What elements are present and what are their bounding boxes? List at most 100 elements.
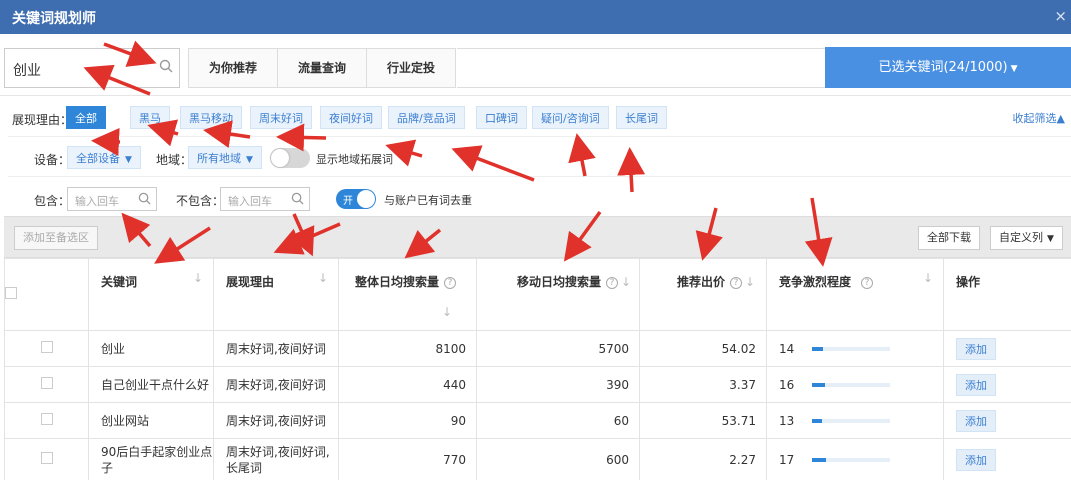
table-row: 创业网站 周末好词,夜间好词 90 60 53.71 13 添加: [4, 402, 1071, 439]
device-value: 全部设备: [76, 152, 120, 165]
row-checkbox-cell: [4, 402, 89, 439]
sort-arrow-icon[interactable]: ↓: [923, 271, 933, 285]
region-dropdown[interactable]: 所有地域 ▼: [188, 146, 262, 169]
competition-bar: [812, 418, 891, 423]
action-cell: 添加: [943, 438, 1071, 480]
row-checkbox-cell: [4, 330, 89, 367]
exclude-label: 不包含：: [176, 194, 225, 208]
include-exclude-row: 包含： 输入回车 不包含： 输入回车 开 与账户已有词去重: [4, 186, 1071, 212]
competition-value: 17: [779, 452, 795, 467]
top-tabs: 为你推荐 流量查询 行业定投: [188, 48, 457, 88]
help-icon[interactable]: ?: [861, 276, 874, 289]
keyword-cell: 90后白手起家创业点子: [88, 438, 214, 480]
reason-chip-night[interactable]: 夜间好词: [320, 106, 382, 129]
select-all-checkbox[interactable]: [5, 287, 17, 299]
reason-chip-question[interactable]: 疑问/咨询词: [532, 106, 609, 129]
close-icon[interactable]: ×: [1054, 7, 1067, 25]
tabs-spacer: [457, 48, 825, 88]
competition-bar: [812, 346, 891, 351]
competition-bar-fill: [812, 457, 826, 462]
reason-chip-dark-horse[interactable]: 黑马: [130, 106, 170, 129]
search-icon[interactable]: [159, 59, 173, 76]
header-bid[interactable]: 推荐出价? ↓: [639, 258, 767, 331]
header-keyword[interactable]: 关键词 ↓: [88, 258, 214, 331]
add-keyword-button[interactable]: 添加: [956, 373, 996, 396]
sort-arrow-icon[interactable]: ↓: [318, 271, 328, 285]
add-keyword-button[interactable]: 添加: [956, 409, 996, 432]
reason-chip-weekend[interactable]: 周末好词: [250, 106, 312, 129]
competition-bar-fill: [812, 382, 825, 387]
row-checkbox[interactable]: [40, 377, 53, 389]
overall-search-cell: 8100: [338, 330, 477, 367]
keyword-table: 关键词 ↓ 展现理由 ↓ 整体日均搜索量? ↓ 移动日均搜索量? ↓ 推荐出价? ↓ 竞争…: [4, 258, 1071, 480]
reason-chip-long-tail[interactable]: 长尾词: [616, 106, 667, 129]
custom-columns-dropdown[interactable]: 自定义列 ▼: [990, 226, 1063, 250]
help-icon[interactable]: ?: [730, 276, 743, 289]
select-all-cell: [4, 258, 89, 331]
header-action: 操作: [943, 258, 1071, 331]
bid-cell: 2.27: [639, 438, 767, 480]
keyword-cell: 创业网站: [88, 402, 214, 439]
include-input[interactable]: 输入回车: [67, 187, 157, 211]
overall-search-cell: 770: [338, 438, 477, 480]
help-icon[interactable]: ?: [444, 276, 457, 289]
header-mobile-search[interactable]: 移动日均搜索量? ↓: [476, 258, 640, 331]
sort-arrow-icon[interactable]: ↓: [442, 305, 452, 319]
tab-industry[interactable]: 行业定投: [367, 49, 456, 87]
keyword-search-value: 创业: [13, 63, 41, 79]
add-keyword-button[interactable]: 添加: [956, 448, 996, 471]
sort-arrow-icon[interactable]: ↓: [745, 275, 755, 289]
competition-cell: 17: [766, 438, 944, 480]
header-overall-search[interactable]: 整体日均搜索量? ↓: [338, 258, 477, 331]
divider: [8, 136, 1071, 137]
header-competition-label: 竞争激烈程度: [779, 275, 852, 289]
selected-keywords-label: 已选关键词(24/1000): [878, 60, 1008, 75]
row-checkbox[interactable]: [40, 413, 53, 425]
help-icon[interactable]: ?: [606, 276, 619, 289]
tab-recommend[interactable]: 为你推荐: [189, 49, 279, 87]
overall-search-cell: 90: [338, 402, 477, 439]
bid-cell: 3.37: [639, 366, 767, 403]
caret-down-icon: ▼: [246, 155, 253, 165]
keyword-cell: 自己创业干点什么好: [88, 366, 214, 403]
selected-keywords-button[interactable]: 已选关键词(24/1000) ▼: [825, 47, 1071, 88]
toggle-knob: [357, 190, 375, 208]
region-label: 地域：: [156, 153, 193, 167]
download-all-button[interactable]: 全部下载: [918, 226, 980, 250]
sort-arrow-icon[interactable]: ↓: [621, 275, 631, 289]
mobile-search-cell: 390: [476, 366, 640, 403]
search-icon[interactable]: [138, 192, 151, 208]
caret-down-icon: ▼: [125, 155, 132, 165]
dedupe-toggle[interactable]: 开: [336, 189, 376, 209]
toggle-knob: [271, 149, 289, 167]
add-to-pool-button[interactable]: 添加至备选区: [14, 226, 98, 250]
search-icon[interactable]: [291, 192, 304, 208]
header-mobile-label: 移动日均搜索量: [517, 275, 602, 289]
reason-chip-all[interactable]: 全部: [66, 106, 106, 129]
keyword-search-input[interactable]: 创业: [4, 48, 180, 88]
reason-chip-dark-horse-mobile[interactable]: 黑马移动: [180, 106, 242, 129]
tab-traffic-query[interactable]: 流量查询: [278, 49, 368, 87]
reason-chip-reputation[interactable]: 口碑词: [476, 106, 527, 129]
header-bid-label: 推荐出价: [677, 275, 726, 289]
reason-cell: 周末好词,夜间好词: [213, 366, 339, 403]
add-keyword-button[interactable]: 添加: [956, 337, 996, 360]
header-overall-label: 整体日均搜索量: [355, 275, 440, 289]
row-checkbox[interactable]: [40, 452, 53, 464]
sort-arrow-icon[interactable]: ↓: [193, 271, 203, 285]
competition-bar: [812, 457, 891, 462]
competition-cell: 14: [766, 330, 944, 367]
competition-cell: 13: [766, 402, 944, 439]
collapse-filters-link[interactable]: 收起筛选▲: [1013, 110, 1065, 126]
exclude-input[interactable]: 输入回车: [220, 187, 310, 211]
row-checkbox[interactable]: [40, 341, 53, 353]
show-region-toggle[interactable]: [270, 148, 310, 168]
competition-cell: 16: [766, 366, 944, 403]
keyword-cell: 创业: [88, 330, 214, 367]
header-competition[interactable]: 竞争激烈程度? ↓: [766, 258, 944, 331]
table-row: 创业 周末好词,夜间好词 8100 5700 54.02 14 添加: [4, 330, 1071, 367]
competition-bar-fill: [812, 418, 823, 423]
reason-chip-brand[interactable]: 品牌/竞品词: [388, 106, 465, 129]
header-reason[interactable]: 展现理由 ↓: [213, 258, 339, 331]
device-dropdown[interactable]: 全部设备 ▼: [67, 146, 141, 169]
